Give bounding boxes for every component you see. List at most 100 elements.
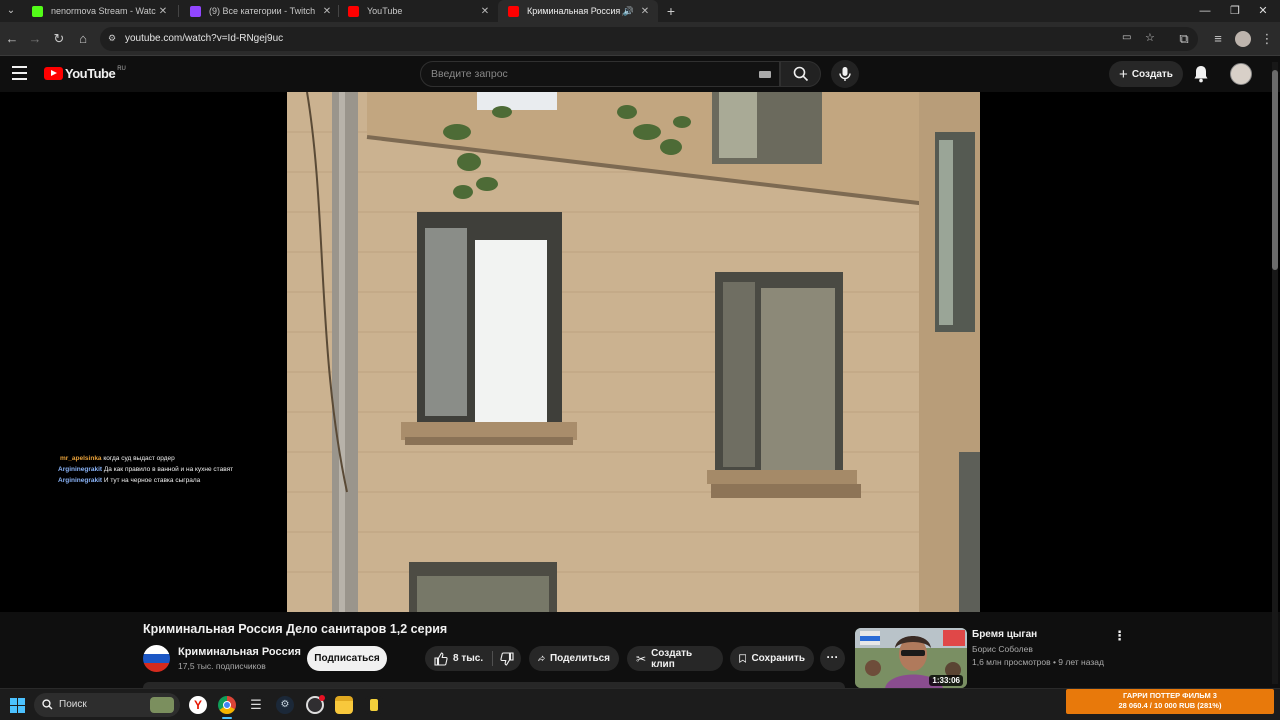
- close-tab-icon[interactable]: ✕: [478, 6, 492, 17]
- notifications-bell-icon[interactable]: [1193, 65, 1209, 88]
- channel-avatar[interactable]: [143, 645, 170, 672]
- save-button[interactable]: Сохранить: [730, 646, 814, 671]
- yandex-browser-icon[interactable]: Y: [189, 696, 207, 714]
- media-control-icon[interactable]: ≡: [1210, 31, 1226, 47]
- back-icon[interactable]: ←: [4, 31, 20, 47]
- share-label: Поделиться: [549, 653, 610, 664]
- app-icon-yellow[interactable]: [365, 696, 383, 714]
- recommendation-channel[interactable]: Борис Соболев: [972, 644, 1033, 654]
- page-scrollbar[interactable]: [1272, 62, 1278, 684]
- audio-playing-icon[interactable]: 🔊: [623, 6, 634, 17]
- video-player[interactable]: [287, 92, 980, 612]
- close-tab-icon[interactable]: ✕: [320, 6, 334, 17]
- create-button[interactable]: + Создать: [1109, 61, 1183, 87]
- search-icon: [793, 66, 809, 82]
- video-title: Криминальная Россия Дело санитаров 1,2 с…: [143, 622, 448, 636]
- tab-title: Криминальная Россия Дело: [527, 6, 623, 16]
- subscribe-button[interactable]: Подписаться: [307, 646, 387, 671]
- youtube-icon: [508, 5, 519, 17]
- tab-active-video[interactable]: Криминальная Россия Дело 🔊 ✕: [498, 0, 658, 22]
- search-input[interactable]: Введите запрос: [420, 61, 780, 87]
- tab-title: nenormova Stream - Watch Liv: [51, 6, 156, 16]
- chat-text: И тут на черное ставка сыграла: [103, 477, 201, 484]
- microphone-icon: [839, 67, 851, 81]
- kick-icon: [32, 5, 43, 17]
- close-tab-icon[interactable]: ✕: [156, 6, 170, 17]
- home-icon[interactable]: ⌂: [75, 31, 91, 47]
- channel-name[interactable]: Криминальная Россия: [178, 646, 301, 658]
- recommendation-title[interactable]: Бремя цыган: [972, 629, 1037, 640]
- menu-hamburger-icon[interactable]: [12, 66, 27, 80]
- bookmark-star-icon[interactable]: ☆: [1145, 31, 1155, 44]
- address-bar[interactable]: ⚙ youtube.com/watch?v=Id-RNgej9uc ▭ ☆: [100, 27, 1198, 51]
- steam-icon[interactable]: ⚙: [276, 696, 294, 714]
- recommendation-thumbnail[interactable]: 1:33:06: [855, 628, 967, 688]
- account-avatar[interactable]: [1230, 63, 1252, 85]
- youtube-header: YouTube RU Введите запрос + Создать: [0, 56, 1280, 92]
- chat-message: Argininegrakit Да как правило в ванной и…: [58, 466, 233, 473]
- recommendation-menu-icon[interactable]: ⋮: [1113, 628, 1126, 644]
- voice-search-button[interactable]: [831, 60, 859, 88]
- more-actions-button[interactable]: ···: [820, 646, 845, 671]
- tab-title: (9) Все категории - Twitch: [209, 6, 316, 16]
- video-frame-building: [287, 92, 980, 612]
- save-label: Сохранить: [751, 653, 805, 664]
- taskbar-search-label: Поиск: [59, 699, 87, 710]
- windows-start-icon[interactable]: [10, 698, 25, 713]
- share-button[interactable]: Поделиться: [529, 646, 619, 671]
- extensions-icon[interactable]: ⧉: [1176, 31, 1192, 47]
- file-explorer-icon[interactable]: [335, 696, 353, 714]
- twitch-icon: [190, 5, 201, 17]
- tab-twitch[interactable]: (9) Все категории - Twitch ✕: [180, 0, 340, 22]
- minimize-button[interactable]: —: [1188, 0, 1222, 22]
- search-highlight-icon: [150, 697, 174, 713]
- subscriber-count: 17,5 тыс. подписчиков: [178, 661, 266, 671]
- tab-kick[interactable]: nenormova Stream - Watch Liv ✕: [22, 0, 176, 22]
- region-code: RU: [117, 65, 126, 72]
- youtube-play-icon: [44, 67, 63, 80]
- keyboard-icon[interactable]: [759, 71, 771, 78]
- search-icon: [42, 699, 53, 710]
- profile-avatar[interactable]: [1235, 31, 1251, 47]
- browser-toolbar: ← → ↻ ⌂ ⚙ youtube.com/watch?v=Id-RNgej9u…: [0, 22, 1280, 56]
- donation-goal-title: ГАРРИ ПОТТЕР ФИЛЬМ 3: [1123, 691, 1217, 700]
- donation-goal-progress: 28 060.4 / 10 000 RUB (281%): [1118, 701, 1222, 710]
- forward-icon[interactable]: →: [27, 31, 43, 47]
- notification-dot: [319, 695, 325, 701]
- bookmark-icon: [739, 654, 747, 663]
- thumbs-down-icon: [500, 651, 514, 666]
- donation-goal-widget: ГАРРИ ПОТТЕР ФИЛЬМ 3 28 060.4 / 10 000 R…: [1066, 689, 1274, 714]
- share-icon: [538, 655, 545, 662]
- tab-search-icon[interactable]: ⌄: [4, 4, 18, 18]
- like-count: 8 тыс.: [453, 653, 484, 664]
- taskbar-search-box[interactable]: Поиск: [34, 693, 180, 717]
- search-placeholder: Введите запрос: [431, 68, 508, 80]
- active-app-indicator: [222, 717, 232, 719]
- chat-username: Argininegrakit: [58, 466, 103, 473]
- tab-title: YouTube: [367, 6, 403, 16]
- like-button[interactable]: 8 тыс.: [425, 646, 493, 671]
- scrollbar-thumb[interactable]: [1272, 70, 1278, 270]
- create-clip-button[interactable]: ✂ Создать клип: [627, 646, 723, 671]
- chat-message: mr_apelsinka когда суд выдаст ордер: [60, 455, 175, 462]
- search-button[interactable]: [780, 61, 821, 87]
- new-tab-button[interactable]: +: [662, 2, 680, 20]
- dislike-button[interactable]: [493, 646, 521, 671]
- plus-icon: +: [1119, 65, 1128, 83]
- subscribe-label: Подписаться: [314, 653, 380, 664]
- video-duration: 1:33:06: [929, 675, 963, 686]
- reload-icon[interactable]: ↻: [51, 31, 67, 47]
- thumbs-up-icon: [434, 651, 448, 666]
- close-window-button[interactable]: ✕: [1246, 0, 1280, 22]
- scissors-icon: ✂: [636, 651, 647, 666]
- cast-icon[interactable]: ▭: [1122, 32, 1131, 43]
- chat-message: Argininegrakit И тут на черное ставка сы…: [58, 477, 200, 484]
- chat-text: когда суд выдаст ордер: [103, 455, 175, 462]
- chrome-icon[interactable]: [218, 696, 236, 714]
- site-info-icon[interactable]: ⚙: [108, 33, 116, 44]
- tab-youtube[interactable]: YouTube ✕: [338, 0, 498, 22]
- browser-menu-icon[interactable]: ⋮: [1259, 31, 1275, 47]
- youtube-logo[interactable]: YouTube RU: [44, 66, 126, 81]
- app-icon[interactable]: ☰: [247, 696, 265, 714]
- close-tab-icon[interactable]: ✕: [638, 6, 652, 17]
